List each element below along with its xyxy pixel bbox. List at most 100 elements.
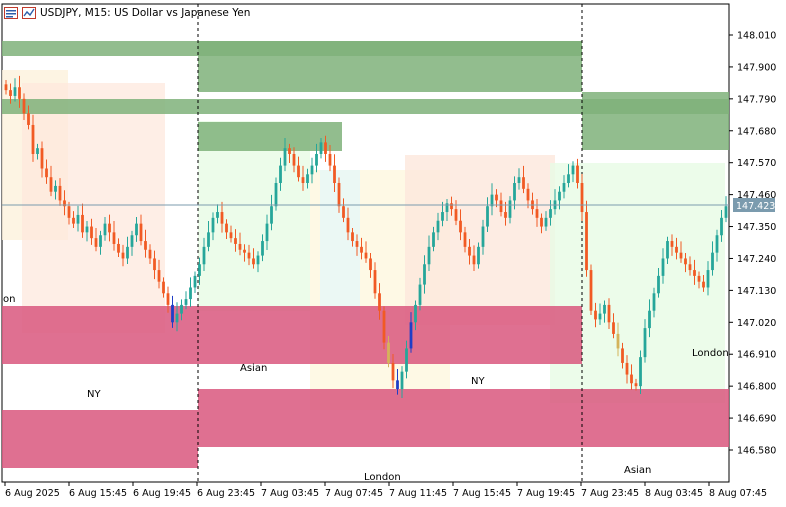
supply-zone-4 — [582, 92, 729, 150]
timeframe-label: M15 — [84, 7, 108, 19]
price-tick-label: 148.010 — [737, 31, 776, 42]
candle-body — [693, 270, 696, 276]
candle-body — [90, 226, 93, 239]
candle-body — [171, 304, 174, 323]
session-label-asian-1: Asian — [240, 363, 267, 374]
candle-body — [49, 177, 53, 192]
candle-body — [36, 148, 39, 154]
candle-body — [409, 322, 413, 349]
price-tick-label: 147.900 — [737, 62, 776, 73]
candle-body — [724, 206, 728, 218]
price-axis[interactable]: 148.010 147.900 147.790 147.680 147.570 147.4… — [729, 31, 776, 457]
demand-zone-1 — [2, 306, 582, 364]
candle-body — [279, 165, 282, 184]
candle-body — [621, 348, 624, 363]
candle-body — [315, 153, 318, 166]
supply-zone-3 — [198, 41, 582, 92]
session-label-london-1: London — [364, 472, 401, 483]
candle-body — [639, 357, 642, 387]
candle-body — [562, 183, 566, 192]
candle-body — [346, 217, 350, 233]
candle-body — [697, 275, 701, 282]
time-tick-label: 6 Aug 23:45 — [197, 488, 255, 499]
candle-body — [661, 258, 665, 276]
candle-body — [508, 200, 512, 218]
session-label-asian-2: Asian — [624, 465, 651, 476]
candle-body — [252, 258, 255, 265]
candle-body — [360, 246, 363, 253]
candle-body — [463, 232, 467, 247]
candle-body — [715, 235, 719, 253]
candle-body — [54, 185, 57, 192]
candle-body — [9, 90, 12, 96]
price-tick-label: 146.800 — [737, 382, 776, 393]
candle-body — [67, 206, 71, 218]
candle-body — [504, 212, 507, 218]
candle-body — [238, 243, 242, 250]
candle-body — [405, 348, 408, 372]
candle-body — [477, 246, 480, 265]
candle-body — [585, 212, 588, 271]
time-tick-label: 6 Aug 15:45 — [69, 488, 127, 499]
chart-window-icon[interactable] — [4, 7, 18, 19]
session-bg-ny-2 — [405, 155, 555, 325]
candle-body — [679, 252, 683, 259]
time-tick-label: 7 Aug 19:45 — [517, 488, 575, 499]
candle-body — [27, 113, 30, 125]
candle-body — [441, 212, 444, 221]
candle-body — [265, 223, 269, 242]
price-tick-label: 146.690 — [737, 414, 776, 425]
candle-body — [594, 310, 597, 320]
candle-body — [459, 220, 462, 233]
candle-body — [198, 264, 201, 276]
candle-body — [490, 194, 494, 207]
candle-body — [58, 185, 62, 201]
candle-body — [319, 142, 323, 154]
time-axis[interactable]: 6 Aug 2025 6 Aug 15:45 6 Aug 19:45 6 Aug 23… — [4, 482, 767, 499]
candle-body — [121, 252, 125, 259]
candle-body — [189, 287, 192, 300]
candle-body — [495, 194, 498, 201]
price-tick-label: 146.580 — [737, 446, 776, 457]
candle-body — [544, 217, 548, 227]
time-tick-label: 7 Aug 23:45 — [581, 488, 639, 499]
time-tick-label: 7 Aug 11:45 — [389, 488, 447, 499]
candle-body — [247, 252, 251, 259]
chart-window[interactable]: on NY Asian London NY Asian London 148.0… — [0, 0, 786, 503]
price-tick-label: 147.570 — [737, 158, 776, 169]
candle-body — [580, 183, 584, 213]
session-label-london-2: London — [692, 348, 729, 359]
demand-zone-2 — [2, 410, 198, 468]
candle-body — [342, 206, 345, 218]
candle-body — [540, 217, 543, 227]
time-tick-label: 6 Aug 2025 — [5, 488, 60, 499]
candle-body — [598, 313, 602, 320]
candle-body — [202, 246, 206, 265]
candle-body — [261, 241, 264, 256]
current-price-label: 147.423 — [736, 201, 775, 212]
time-tick-label: 7 Aug 15:45 — [453, 488, 511, 499]
candle-body — [387, 342, 390, 363]
candle-body — [175, 313, 179, 323]
session-label-ny-1: NY — [87, 389, 101, 400]
candle-body — [225, 223, 228, 233]
candle-body — [364, 252, 368, 259]
candle-body — [616, 333, 620, 349]
price-chart[interactable]: on NY Asian London NY Asian London 148.0… — [0, 0, 786, 503]
candle-body — [418, 284, 422, 305]
session-label-london-partial: on — [3, 294, 15, 305]
candle-body — [216, 212, 219, 218]
candle-body — [130, 235, 134, 247]
candle-body — [112, 232, 116, 244]
candle-body — [220, 212, 224, 224]
candle-body — [517, 177, 521, 184]
candle-body — [324, 142, 327, 154]
candle-body — [625, 362, 629, 375]
candle-body — [535, 209, 539, 218]
candle-body — [270, 206, 273, 224]
indicators-icon[interactable] — [22, 7, 36, 19]
candle-body — [382, 310, 386, 343]
price-tick-label: 147.790 — [737, 94, 776, 105]
candle-body — [423, 264, 426, 285]
candle-body — [567, 174, 570, 184]
